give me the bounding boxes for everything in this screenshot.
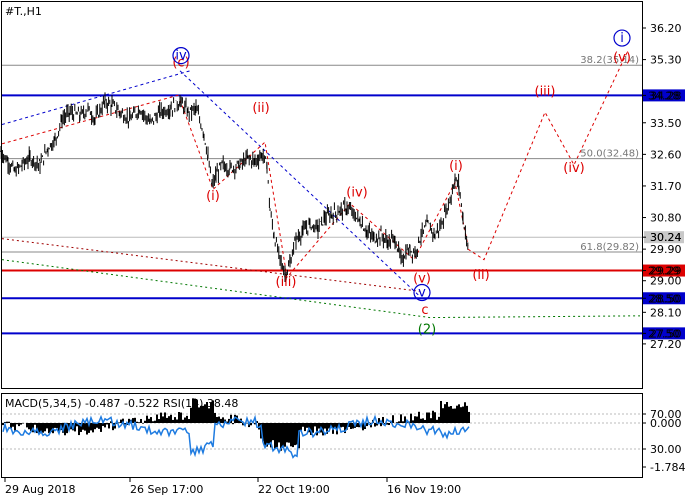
price-tick-label: 33.50 bbox=[650, 117, 682, 130]
wave-label: (2) bbox=[418, 322, 436, 337]
wave-label: (ii) bbox=[472, 268, 489, 283]
price-tick-label: 34.28 bbox=[650, 89, 682, 102]
wave-label: (iv) bbox=[346, 185, 367, 200]
price-tick-label: 36.20 bbox=[650, 22, 682, 35]
macd-tick-label: 30.00 bbox=[650, 443, 682, 456]
price-tick-label: 31.70 bbox=[650, 180, 682, 193]
trading-chart: 34.2829.2928.5027.50 38.2(35.14)50.0(32.… bbox=[0, 0, 700, 500]
macd-label: MACD(5,34,5) -0.487 -0.522 RSI(14) 38.48 bbox=[5, 397, 238, 410]
wave-label: (iii) bbox=[276, 275, 297, 290]
price-tick-label: 28.50 bbox=[650, 292, 682, 305]
wave-label: (ii) bbox=[252, 101, 269, 116]
price-tick-label: 28.10 bbox=[650, 306, 682, 319]
wave-label: iv bbox=[175, 49, 187, 64]
macd-tick-label: 0.000 bbox=[650, 417, 682, 430]
price-tick-label: 30.80 bbox=[650, 212, 682, 225]
wave-label: i bbox=[620, 31, 624, 46]
price-tick-label: 35.30 bbox=[650, 54, 682, 67]
wave-label: v bbox=[418, 286, 426, 301]
price-tick-label: 32.60 bbox=[650, 148, 682, 161]
fib-label: 50.0(32.48) bbox=[580, 149, 639, 160]
price-tick-label: 29.90 bbox=[650, 243, 682, 256]
wave-label: (iii) bbox=[535, 84, 556, 99]
macd-tick-label: -1.784 bbox=[650, 461, 685, 474]
time-tick-label: 16 Nov 19:00 bbox=[387, 483, 461, 496]
wave-label: (iv) bbox=[563, 161, 584, 176]
wave-label: (v) bbox=[613, 50, 631, 65]
wave-label: (i) bbox=[206, 189, 220, 204]
time-tick-label: 22 Oct 19:00 bbox=[258, 483, 330, 496]
symbol-label: #T.,H1 bbox=[5, 5, 42, 18]
time-tick-label: 29 Aug 2018 bbox=[5, 483, 75, 496]
fib-label: 61.8(29.82) bbox=[580, 242, 639, 253]
time-tick-label: 26 Sep 17:00 bbox=[130, 483, 203, 496]
wave-label: c bbox=[421, 303, 428, 318]
price-tick-label: 29.00 bbox=[650, 275, 682, 288]
price-tick-label: 27.20 bbox=[650, 338, 682, 351]
wave-label: (i) bbox=[449, 159, 463, 174]
